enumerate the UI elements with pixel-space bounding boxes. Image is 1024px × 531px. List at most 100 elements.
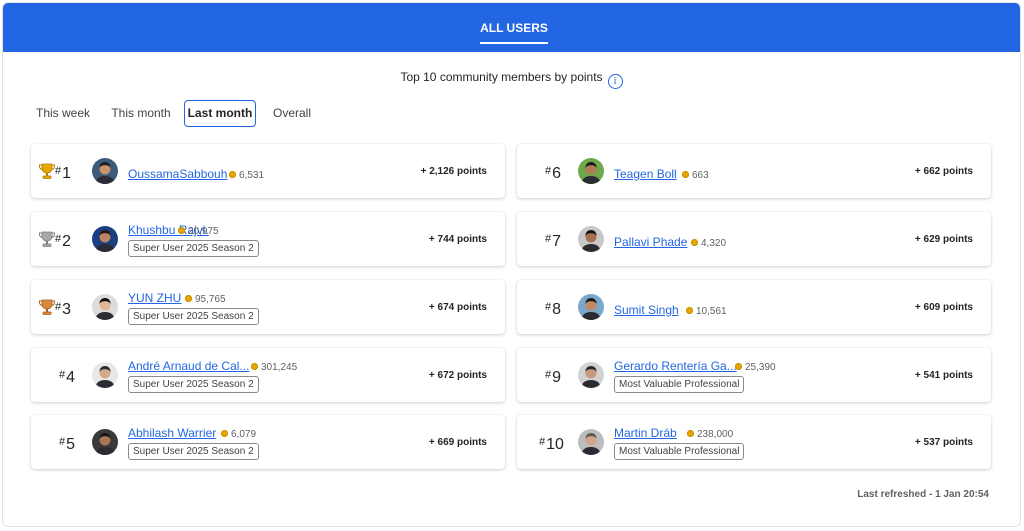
active-tab-indicator bbox=[480, 42, 548, 44]
user-name-link[interactable]: OussamaSabbouh bbox=[128, 167, 227, 182]
user-score: 25,390 bbox=[735, 360, 776, 375]
user-score-value: 10,561 bbox=[696, 306, 727, 317]
user-score-value: 95,765 bbox=[195, 294, 226, 305]
rank-hash: # bbox=[55, 233, 62, 245]
rank-hash: # bbox=[55, 165, 62, 177]
user-score: 301,245 bbox=[251, 360, 297, 375]
user-name-link[interactable]: Gerardo Rentería Ga... bbox=[614, 359, 737, 374]
coin-icon bbox=[221, 430, 228, 437]
coin-icon bbox=[185, 295, 192, 302]
avatar[interactable] bbox=[578, 226, 604, 252]
coin-icon bbox=[229, 171, 236, 178]
leaderboard-card: #2 Khushbu Rajvi. 20,975 Super User 2025 Se… bbox=[31, 212, 505, 266]
user-name-link[interactable]: Teagen Boll bbox=[614, 167, 677, 182]
header-bar: ALL USERS bbox=[3, 3, 1020, 52]
tab-this-week[interactable]: This week bbox=[31, 100, 95, 127]
user-score-value: 20,975 bbox=[188, 226, 219, 237]
trophy-bronze-icon bbox=[38, 298, 56, 316]
rank-number: #3 bbox=[55, 297, 75, 320]
rank-number: #4 bbox=[59, 365, 79, 388]
rank-number: #7 bbox=[545, 229, 565, 252]
rank-hash: # bbox=[55, 301, 62, 313]
coin-icon bbox=[691, 239, 698, 246]
rank-value: 7 bbox=[552, 233, 562, 250]
coin-icon bbox=[686, 307, 693, 314]
avatar[interactable] bbox=[578, 362, 604, 388]
user-score: 20,975 bbox=[178, 224, 219, 239]
rank-value: 2 bbox=[62, 233, 72, 250]
leaderboard-card: #6 Teagen Boll 663 + 662 points bbox=[517, 144, 991, 198]
user-score-value: 25,390 bbox=[745, 362, 776, 373]
avatar[interactable] bbox=[578, 429, 604, 455]
tab-last-month[interactable]: Last month bbox=[184, 100, 256, 127]
leaderboard-card: #10 Martin Dráb 238,000 Most Valuable Profe… bbox=[517, 415, 991, 469]
rank-hash: # bbox=[59, 369, 66, 381]
leaderboard-card: #4 André Arnaud de Cal... 301,245 Super Use… bbox=[31, 348, 505, 402]
user-score-value: 4,320 bbox=[701, 238, 727, 249]
coin-icon bbox=[735, 363, 742, 370]
leaderboard-subtitle: Top 10 community members by points i bbox=[3, 69, 1020, 89]
tab-all-users-label: ALL USERS bbox=[480, 21, 548, 35]
avatar[interactable] bbox=[578, 158, 604, 184]
user-score-value: 301,245 bbox=[261, 362, 298, 373]
points-earned: + 672 points bbox=[428, 370, 487, 381]
user-score: 10,561 bbox=[686, 304, 727, 319]
rank-hash: # bbox=[545, 233, 552, 245]
points-earned: + 669 points bbox=[428, 437, 487, 448]
user-badge: Super User 2025 Season 2 bbox=[128, 308, 259, 325]
points-earned: + 744 points bbox=[428, 234, 487, 245]
leaderboard-card: #8 Sumit Singh 10,561 + 609 points bbox=[517, 280, 991, 334]
rank-value: 1 bbox=[62, 165, 72, 182]
leaderboard-card: #3 YUN ZHU 95,765 Super User 2025 Season 2 +… bbox=[31, 280, 505, 334]
points-earned: + 662 points bbox=[914, 166, 973, 177]
info-icon[interactable]: i bbox=[607, 74, 623, 89]
user-name-link[interactable]: YUN ZHU bbox=[128, 291, 181, 306]
coin-icon bbox=[682, 171, 689, 178]
user-name-link[interactable]: Abhilash Warrier bbox=[128, 426, 216, 441]
user-name-link[interactable]: André Arnaud de Cal... bbox=[128, 359, 249, 374]
rank-number: #2 bbox=[55, 229, 75, 252]
user-score-value: 6,079 bbox=[231, 429, 257, 440]
user-score-value: 663 bbox=[692, 170, 709, 181]
user-name-link[interactable]: Martin Dráb bbox=[614, 426, 677, 441]
rank-number: #6 bbox=[545, 161, 565, 184]
user-score: 6,531 bbox=[229, 168, 264, 183]
rank-hash: # bbox=[545, 165, 552, 177]
trophy-silver-icon bbox=[38, 230, 56, 248]
rank-number: #5 bbox=[59, 432, 79, 455]
points-earned: + 537 points bbox=[914, 437, 973, 448]
user-name-link[interactable]: Sumit Singh bbox=[614, 303, 679, 318]
rank-value: 4 bbox=[66, 369, 76, 386]
points-earned: + 629 points bbox=[914, 234, 973, 245]
leaderboard-card: #9 Gerardo Rentería Ga... 25,390 Most Valua… bbox=[517, 348, 991, 402]
user-badge: Most Valuable Professional bbox=[614, 443, 745, 460]
tab-this-month[interactable]: This month bbox=[107, 100, 175, 127]
avatar[interactable] bbox=[92, 226, 118, 252]
rank-value: 3 bbox=[62, 301, 72, 318]
tab-overall[interactable]: Overall bbox=[267, 100, 317, 127]
leaderboard-card: #7 Pallavi Phade 4,320 + 629 points bbox=[517, 212, 991, 266]
avatar[interactable] bbox=[92, 294, 118, 320]
points-earned: + 674 points bbox=[428, 302, 487, 313]
rank-value: 8 bbox=[552, 301, 562, 318]
rank-hash: # bbox=[59, 436, 66, 448]
user-badge: Super User 2025 Season 2 bbox=[128, 443, 259, 460]
leaderboard-widget: ALL USERS Top 10 community members by po… bbox=[2, 2, 1021, 527]
coin-icon bbox=[687, 430, 694, 437]
avatar[interactable] bbox=[578, 294, 604, 320]
rank-hash: # bbox=[545, 369, 552, 381]
avatar[interactable] bbox=[92, 362, 118, 388]
avatar[interactable] bbox=[92, 158, 118, 184]
leaderboard-card: #1 OussamaSabbouh 6,531 + 2,126 points bbox=[31, 144, 505, 198]
tab-all-users[interactable]: ALL USERS bbox=[480, 3, 548, 52]
coin-icon bbox=[251, 363, 258, 370]
avatar[interactable] bbox=[92, 429, 118, 455]
user-score: 6,079 bbox=[221, 427, 256, 442]
last-refreshed: Last refreshed - 1 Jan 20:54 bbox=[857, 489, 989, 500]
user-name-link[interactable]: Pallavi Phade bbox=[614, 235, 687, 250]
user-badge: Super User 2025 Season 2 bbox=[128, 376, 259, 393]
user-score: 663 bbox=[682, 168, 709, 183]
trophy-gold-icon bbox=[38, 162, 56, 180]
subtitle-text: Top 10 community members by points bbox=[400, 70, 603, 84]
user-score: 95,765 bbox=[185, 292, 226, 307]
